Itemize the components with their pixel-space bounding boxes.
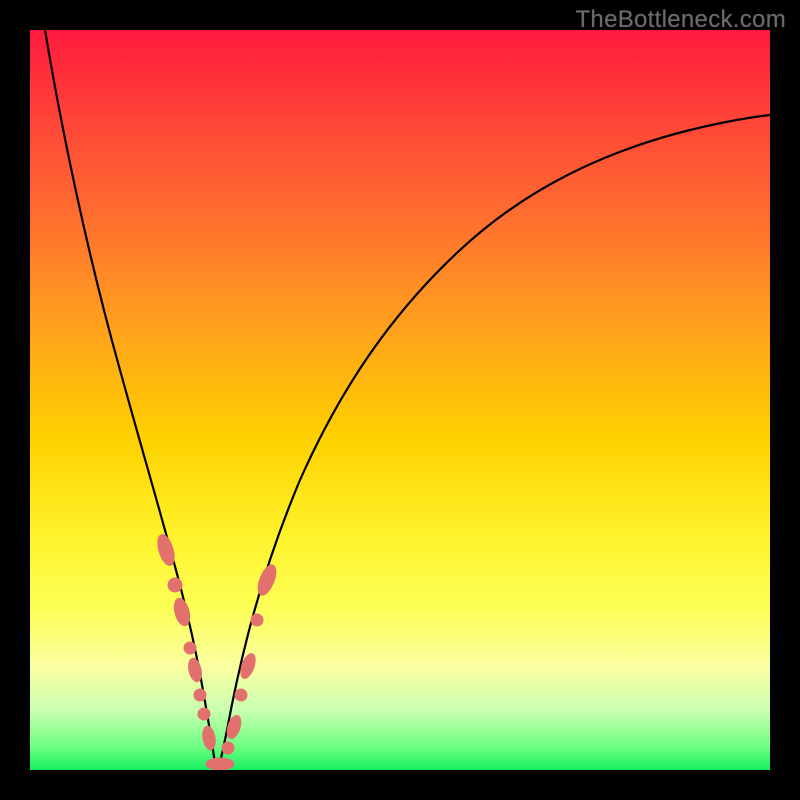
marker-dot <box>155 533 178 568</box>
marker-dot <box>251 614 263 626</box>
marker-group <box>155 533 280 770</box>
marker-dot <box>186 657 203 683</box>
plot-area <box>30 30 770 770</box>
marker-dot <box>235 689 247 701</box>
marker-dot <box>198 708 210 720</box>
marker-dot <box>168 578 182 592</box>
marker-dot <box>201 725 217 751</box>
marker-dot <box>255 563 280 598</box>
marker-dot <box>206 758 234 770</box>
marker-dot <box>225 714 244 741</box>
watermark-text: TheBottleneck.com <box>575 6 786 34</box>
marker-dot <box>184 642 196 654</box>
curve-right-branch <box>218 115 770 770</box>
marker-dot <box>194 689 206 701</box>
chart-curve <box>30 30 770 770</box>
marker-dot <box>222 742 234 754</box>
chart-frame: TheBottleneck.com <box>0 0 800 800</box>
